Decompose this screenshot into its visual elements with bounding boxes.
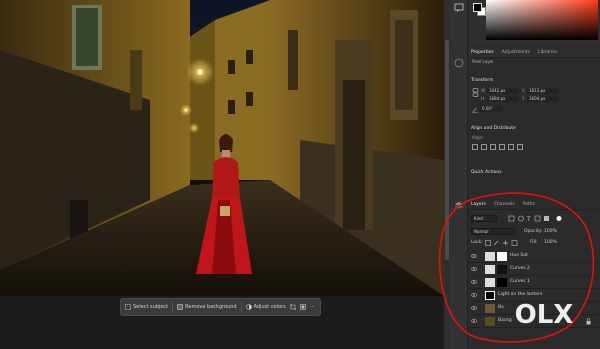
crop-icon	[289, 304, 296, 310]
divider	[172, 302, 174, 312]
properties-tab-bar: Properties Adjustments Libraries	[468, 48, 600, 58]
layer-row[interactable]: Hue Sat	[468, 250, 600, 263]
align-right-icon[interactable]	[490, 144, 496, 150]
align-center-v-icon[interactable]	[508, 144, 514, 150]
link-icon[interactable]	[472, 88, 479, 97]
x-label: X	[522, 88, 525, 93]
align-center-h-icon[interactable]	[481, 144, 487, 150]
layer-thumbnail	[485, 265, 495, 274]
tab-adjustments[interactable]: Adjustments	[502, 50, 530, 55]
select-subject-icon	[125, 304, 131, 310]
divider	[240, 302, 242, 312]
tab-channels[interactable]: Channels	[494, 202, 515, 207]
layer-name[interactable]: Hue Sat	[510, 253, 528, 258]
angle-icon	[472, 107, 478, 113]
height-field[interactable]: 1684 px	[487, 96, 519, 102]
layer-kind-filter[interactable]: Kind	[471, 215, 497, 222]
layer-row[interactable]: Curves 1	[468, 276, 600, 289]
remove-background-icon	[177, 304, 183, 310]
more-icon: ···	[309, 304, 315, 310]
olx-logo-text: OLX	[515, 300, 574, 330]
opacity-value[interactable]: 100%	[544, 229, 557, 234]
tab-libraries[interactable]: Libraries	[538, 50, 557, 55]
eye-icon[interactable]	[471, 306, 477, 310]
layer-filter-icons[interactable]: T	[508, 215, 568, 222]
crop-button[interactable]	[289, 304, 296, 310]
layer-type-label: Pixel Layer	[472, 59, 494, 64]
mask-button[interactable]	[299, 304, 306, 310]
transform-header[interactable]: Transform	[471, 78, 493, 83]
contextual-task-bar: Select subject Remove background Adjust …	[120, 298, 321, 316]
remove-background-label: Remove background	[185, 304, 237, 310]
align-buttons	[472, 144, 523, 150]
layer-thumbnail	[485, 252, 495, 261]
layers-tab-bar: Layers Channels Paths	[468, 200, 600, 210]
canvas-photo[interactable]	[0, 0, 444, 296]
layer-mask-thumbnail[interactable]	[497, 265, 507, 274]
layer-mask-thumbnail[interactable]	[497, 252, 507, 261]
align-distribute-header[interactable]: Align and Distribute	[471, 126, 516, 131]
adjust-colors-button[interactable]: Adjust colors	[245, 304, 286, 310]
layer-thumbnail	[485, 291, 495, 300]
tab-paths[interactable]: Paths	[523, 202, 535, 207]
comment-icon[interactable]	[454, 3, 464, 13]
adjust-colors-label: Adjust colors	[253, 304, 286, 310]
info-icon[interactable]	[454, 58, 464, 68]
color-panel	[468, 0, 600, 46]
remove-background-button[interactable]: Remove background	[177, 304, 237, 310]
eye-icon[interactable]	[471, 319, 477, 323]
height-label: H	[481, 96, 485, 101]
align-bottom-icon[interactable]	[517, 144, 523, 150]
mask-icon	[299, 304, 306, 310]
lock-label: Lock:	[471, 240, 483, 245]
lock-icons[interactable]	[485, 240, 521, 246]
width-field[interactable]: 1042 px	[487, 88, 519, 94]
y-field[interactable]: 1604 px	[527, 96, 559, 102]
eye-icon[interactable]	[471, 254, 477, 258]
layer-thumbnail	[485, 317, 495, 326]
layers-icon[interactable]	[454, 200, 464, 210]
eye-icon[interactable]	[471, 293, 477, 297]
blend-mode-select[interactable]: Normal	[471, 228, 515, 235]
fill-label: Fill:	[530, 240, 538, 245]
select-subject-label: Select subject	[133, 304, 169, 310]
olx-logo: OLX	[515, 300, 574, 330]
adjust-colors-icon	[245, 304, 252, 310]
scrollbar-thumb[interactable]	[445, 40, 449, 260]
foreground-color-swatch[interactable]	[473, 3, 482, 12]
layer-thumbnail	[485, 278, 495, 287]
x-field[interactable]: 1613 px	[527, 88, 559, 94]
svg-text:T: T	[526, 216, 531, 222]
layer-row[interactable]: Curves 2	[468, 263, 600, 276]
layer-name[interactable]: Curves 2	[510, 266, 530, 271]
layer-name[interactable]: Curves 1	[510, 279, 530, 284]
tab-layers[interactable]: Layers	[471, 202, 486, 207]
select-subject-button[interactable]: Select subject	[125, 304, 168, 310]
width-label: W	[481, 88, 485, 93]
y-label: Y	[522, 96, 525, 101]
eye-icon[interactable]	[471, 267, 477, 271]
layer-thumbnail	[485, 304, 495, 313]
street-photo	[0, 0, 444, 296]
align-sublabel: Align:	[472, 135, 484, 140]
more-button[interactable]: ···	[310, 304, 315, 310]
layer-mask-thumbnail[interactable]	[497, 278, 507, 287]
tab-properties[interactable]: Properties	[471, 50, 494, 55]
angle-field[interactable]: 0.00°	[480, 106, 502, 112]
quick-actions-header[interactable]: Quick Actions	[471, 170, 502, 175]
fill-value[interactable]: 100%	[544, 240, 557, 245]
color-picker-field[interactable]	[486, 0, 598, 40]
align-left-icon[interactable]	[472, 144, 478, 150]
opacity-label: Opacity:	[524, 229, 543, 234]
panel-icon-strip	[450, 0, 468, 349]
align-top-icon[interactable]	[499, 144, 505, 150]
eye-icon[interactable]	[471, 280, 477, 284]
olx-watermark: OLX	[499, 296, 589, 330]
